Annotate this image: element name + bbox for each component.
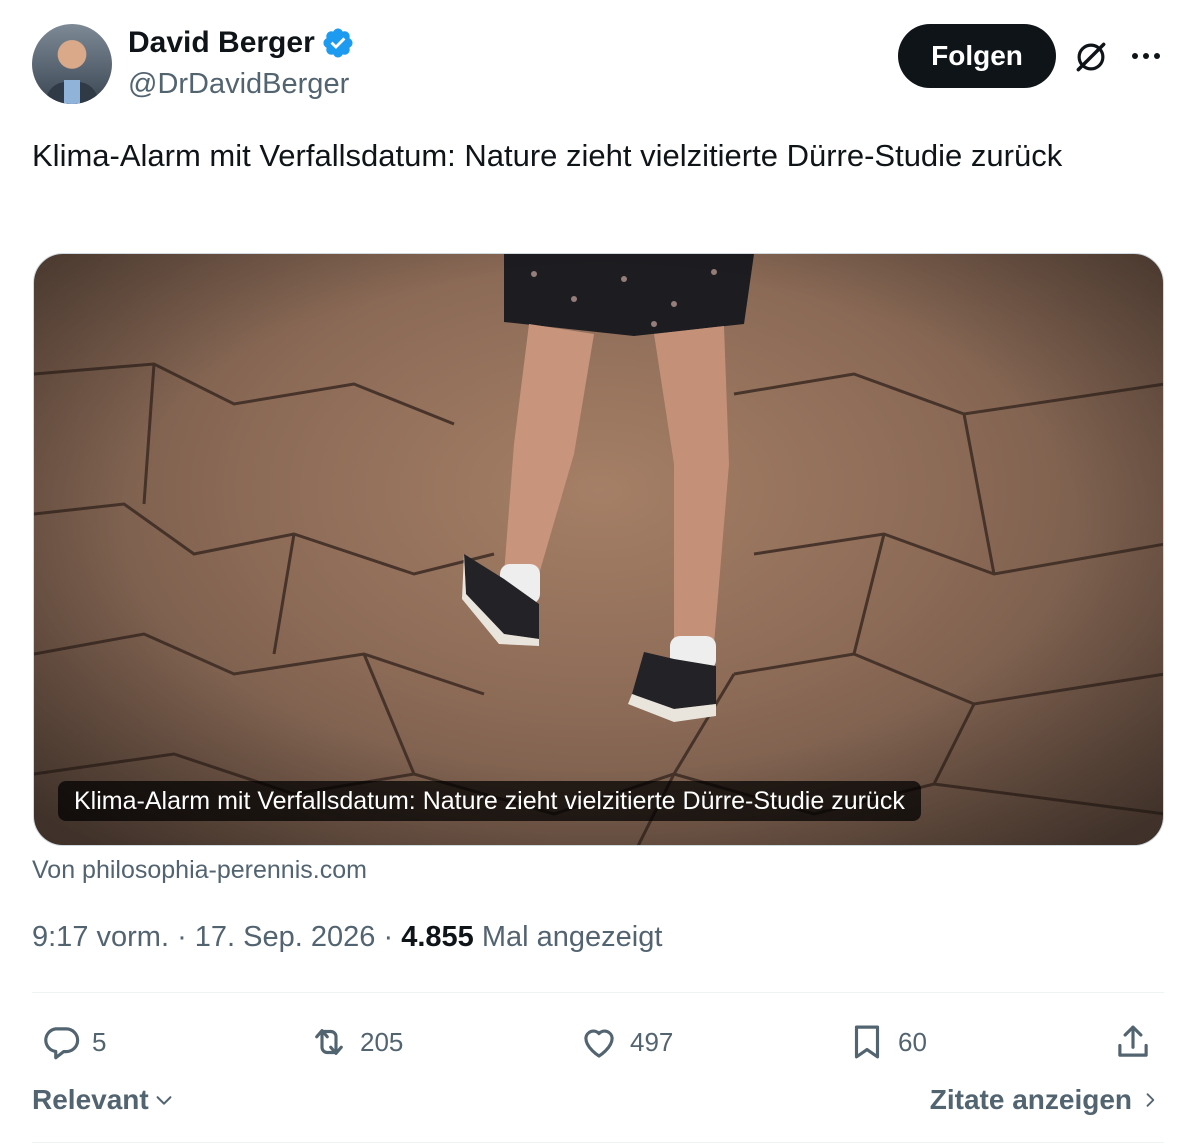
tweet-date[interactable]: 17. Sep. 2026: [195, 921, 376, 953]
meta-separator: ·: [383, 921, 394, 953]
reply-icon: [44, 1027, 80, 1060]
heart-icon: [584, 1029, 614, 1058]
divider: [32, 1142, 1164, 1143]
views-count: 4.855: [401, 921, 474, 953]
author-handle[interactable]: @DrDavidBerger: [128, 68, 349, 101]
view-quotes-link[interactable]: Zitate anzeigen: [930, 1084, 1160, 1116]
author-name[interactable]: David Berger: [128, 26, 315, 60]
tweet-meta: 9:17 vorm. · 17. Sep. 2026 · 4.855 Mal a…: [32, 921, 662, 954]
like-count: 497: [630, 1026, 674, 1057]
card-image: [34, 254, 1163, 845]
more-options-icon[interactable]: [1126, 44, 1166, 68]
meta-separator: ·: [177, 921, 187, 953]
action-bar: 5 205 497 60: [32, 1012, 1164, 1072]
avatar[interactable]: [32, 24, 112, 104]
chevron-right-icon: [1146, 1093, 1155, 1107]
card-caption: Klima-Alarm mit Verfallsdatum: Nature zi…: [58, 781, 921, 821]
share-button[interactable]: [1112, 1012, 1154, 1072]
author-name-row: David Berger: [128, 26, 355, 60]
tweet-text: Klima-Alarm mit Verfallsdatum: Nature zi…: [32, 138, 1063, 173]
repost-count: 205: [360, 1026, 404, 1057]
bookmark-count: 60: [898, 1026, 927, 1057]
views-label: Mal angezeigt: [481, 921, 663, 953]
avatar-collar: [64, 80, 80, 104]
like-button[interactable]: 497: [578, 1012, 673, 1072]
tweet-time[interactable]: 9:17 vorm.: [32, 921, 169, 953]
quotes-label: Zitate anzeigen: [929, 1084, 1132, 1115]
sort-label: Relevant: [32, 1084, 149, 1115]
card-source[interactable]: Von philosophia-perennis.com: [32, 856, 367, 885]
reply-button[interactable]: 5: [40, 1012, 106, 1072]
bookmark-button[interactable]: 60: [846, 1012, 927, 1072]
divider: [32, 992, 1164, 993]
follow-button[interactable]: Folgen: [898, 24, 1056, 88]
reply-count: 5: [92, 1026, 107, 1057]
repost-icon: [315, 1029, 343, 1055]
link-card[interactable]: Klima-Alarm mit Verfallsdatum: Nature zi…: [33, 253, 1164, 846]
sort-dropdown[interactable]: Relevant: [32, 1084, 175, 1116]
chevron-down-icon: [156, 1096, 172, 1105]
bookmark-icon: [854, 1025, 880, 1059]
share-icon: [1118, 1025, 1148, 1057]
grok-icon[interactable]: [1072, 38, 1110, 76]
verified-badge-icon: [323, 28, 353, 58]
repost-button[interactable]: 205: [308, 1012, 403, 1072]
